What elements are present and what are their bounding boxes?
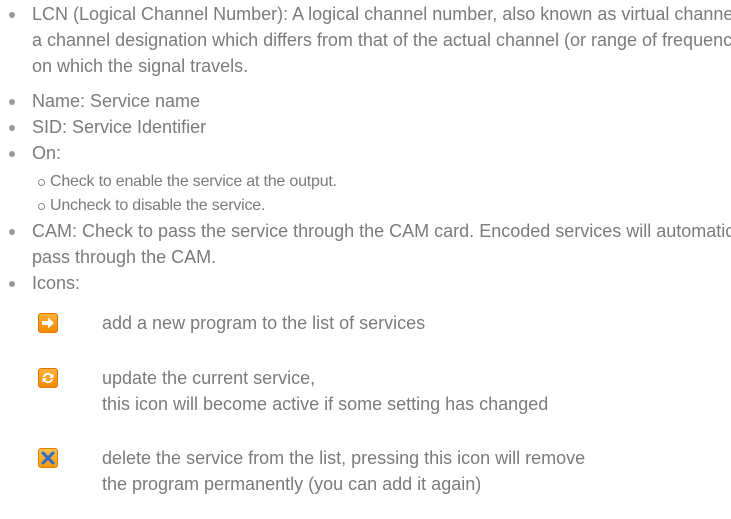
icon-row-delete-line2: the program permanently (you can add it …: [102, 474, 482, 494]
bullet-lcn: LCN (Logical Channel Number): A logical …: [4, 1, 731, 79]
icon-row-add-text: add a new program to the list of service…: [102, 310, 722, 336]
bullet-sid-text: SID: Service Identifier: [32, 117, 207, 137]
sublist-item-enable-text: Check to enable the service at the outpu…: [50, 173, 337, 190]
refresh-icon: [38, 368, 58, 388]
icon-row-update-line2: this icon will become active if some set…: [102, 394, 549, 414]
bullet-name: Name: Service name: [4, 88, 200, 114]
sublist-item-disable: Uncheck to disable the service.: [38, 194, 337, 218]
icon-row-update-line1: update the current service,: [102, 368, 316, 388]
bullet-on-text: On:: [32, 143, 62, 163]
bullet-name-text: Name: Service name: [32, 91, 201, 111]
bullet-sid: SID: Service Identifier: [4, 114, 206, 140]
sublist-item-disable-text: Uncheck to disable the service.: [50, 197, 266, 214]
bullet-icons-text: Icons:: [32, 273, 81, 293]
on-sublist: Check to enable the service at the outpu…: [38, 170, 337, 218]
icon-row-delete-line1: delete the service from the list, pressi…: [102, 448, 586, 468]
icon-row-add-line1: add a new program to the list of service…: [102, 313, 426, 333]
bullet-cam-text: CAM: Check to pass the service through t…: [32, 221, 731, 267]
close-icon: [38, 448, 58, 468]
icon-row-update-text: update the current service, this icon wi…: [102, 365, 722, 417]
bullet-cam: CAM: Check to pass the service through t…: [4, 218, 731, 270]
bullet-icons: Icons:: [4, 270, 80, 296]
bullet-lcn-text: LCN (Logical Channel Number): A logical …: [32, 4, 731, 76]
icon-row-delete-text: delete the service from the list, pressi…: [102, 445, 722, 497]
bullet-on: On:: [4, 140, 61, 166]
arrow-right-icon: [38, 313, 58, 333]
sublist-item-enable: Check to enable the service at the outpu…: [38, 170, 337, 194]
